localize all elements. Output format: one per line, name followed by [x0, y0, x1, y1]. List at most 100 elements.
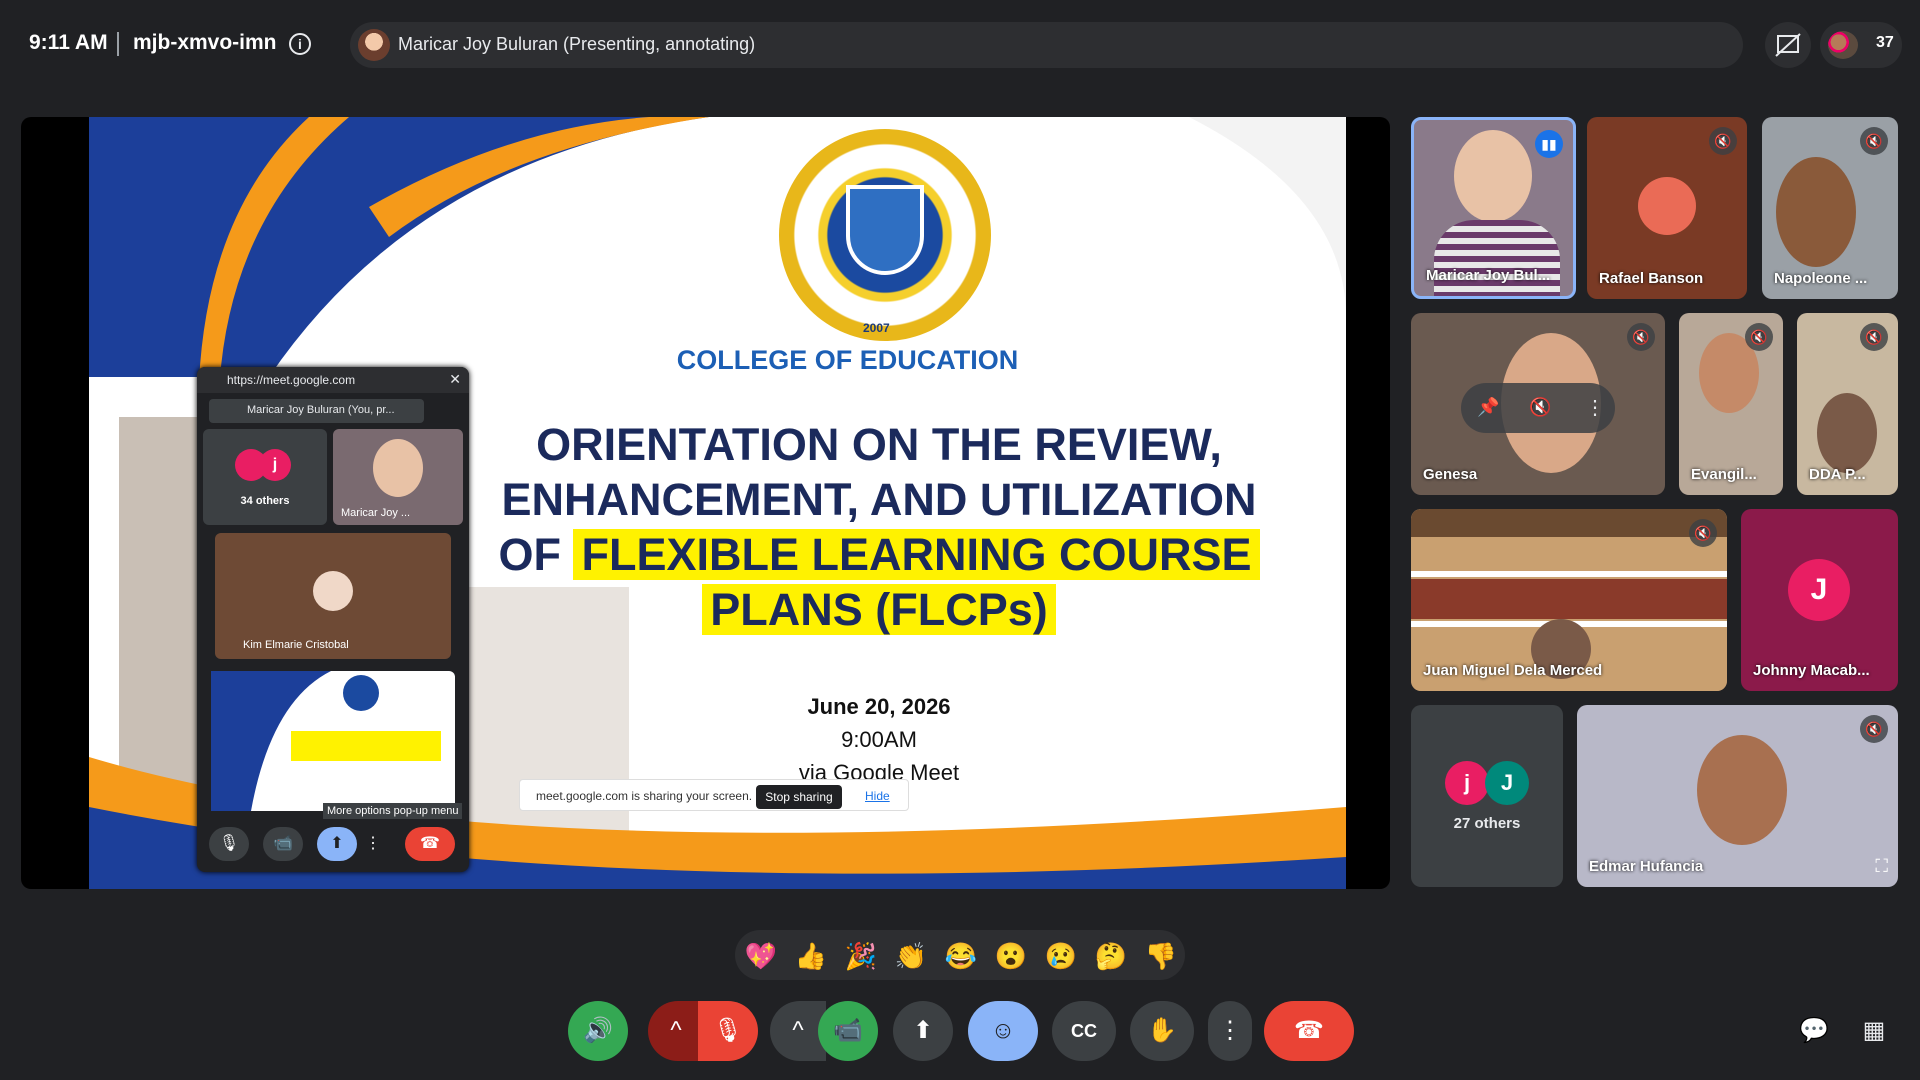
more-options-icon[interactable]: ⋮ — [361, 827, 385, 861]
face — [1776, 157, 1856, 267]
avatar: j — [1445, 761, 1489, 805]
volume-icon[interactable]: 🔊 — [568, 1001, 628, 1061]
crop-icon[interactable]: ⛶ — [1875, 856, 1888, 877]
mic-options-button[interactable]: ^ — [648, 1001, 704, 1061]
present-button[interactable]: ⬆ — [893, 1001, 953, 1061]
thinking-reaction-icon[interactable]: 🤔 — [1093, 938, 1129, 974]
pin-icon[interactable]: 📌 — [1477, 397, 1499, 418]
pip-self-label: Maricar Joy ... — [341, 507, 411, 519]
title-highlight-1: FLEXIBLE LEARNING COURSE — [573, 529, 1260, 580]
others-label: 27 others — [1453, 815, 1521, 832]
chat-icon[interactable]: 💬 — [1798, 1015, 1830, 1047]
participant-tile[interactable]: 🔇 Juan Miguel Dela Merced — [1411, 509, 1727, 691]
participant-tile[interactable]: ▮▮ Maricar Joy Bul... — [1411, 117, 1576, 299]
participant-name: DDA P... — [1809, 466, 1866, 483]
people-count: 37 — [1876, 34, 1894, 51]
reactions-bar: 💖 👍 🎉 👏 😂 😮 😢 🤔 👎 — [735, 930, 1185, 980]
participant-tile[interactable]: 🔇 ⛶ Edmar Hufancia — [1577, 705, 1898, 887]
slide-title: ORIENTATION ON THE REVIEW, ENHANCEMENT, … — [449, 417, 1309, 637]
participant-tile[interactable]: 🔇 Evangil... — [1679, 313, 1783, 495]
sad-reaction-icon[interactable]: 😢 — [1043, 938, 1079, 974]
mic-toggle-button[interactable]: 🎙 — [698, 1001, 758, 1061]
captions-button[interactable]: CC — [1052, 1001, 1116, 1061]
participant-tile[interactable]: 🔇 Rafael Banson — [1587, 117, 1747, 299]
college-logo: 2007 — [779, 129, 991, 341]
info-icon[interactable]: i — [289, 33, 311, 55]
more-options-button[interactable]: ⋮ — [1208, 1001, 1252, 1061]
slide-date: June 20, 2026 — [807, 694, 951, 719]
top-bar: 9:11 AM mjb-xmvo-imn i Maricar Joy Bulur… — [0, 0, 1920, 88]
leave-call-button[interactable]: ☎ — [1264, 1001, 1354, 1061]
mic-off-icon: 🔇 — [1689, 519, 1717, 547]
pip-others-label: 34 others — [240, 495, 290, 507]
pip-others-tile: j 34 others — [203, 429, 327, 525]
thumbs-up-reaction-icon[interactable]: 👍 — [793, 938, 829, 974]
face — [1817, 393, 1877, 473]
clock: 9:11 AM — [29, 31, 108, 54]
others-tile[interactable]: j J 27 others — [1411, 705, 1563, 887]
pip-self-tile: Maricar Joy ... — [333, 429, 463, 525]
surprised-reaction-icon[interactable]: 😮 — [993, 938, 1029, 974]
no-annotation-button[interactable] — [1765, 22, 1811, 68]
leave-call-icon[interactable]: ☎ — [405, 827, 455, 861]
participant-tile[interactable]: J Johnny Macab... — [1741, 509, 1898, 691]
shirt — [1434, 220, 1560, 296]
people-avatars-icon — [1828, 31, 1858, 59]
laugh-reaction-icon[interactable]: 😂 — [943, 938, 979, 974]
camera-toggle-button[interactable]: 📹 — [818, 1001, 878, 1061]
presenter-banner[interactable]: Maricar Joy Buluran (Presenting, annotat… — [350, 22, 1743, 68]
share-bar-text: meet.google.com is sharing your screen. — [536, 789, 753, 803]
title-line-1: ORIENTATION ON THE REVIEW, — [536, 419, 1222, 470]
apps-grid-icon[interactable]: ▦ — [1858, 1015, 1890, 1047]
pip-url-bar: https://meet.google.com ✕ — [197, 367, 469, 393]
mic-off-icon: 🔇 — [1745, 323, 1773, 351]
mic-off-icon: 🔇 — [1627, 323, 1655, 351]
logo-year: 2007 — [863, 321, 890, 335]
presenter-avatar — [358, 29, 390, 61]
pip-pinned-label: Kim Elmarie Cristobal — [243, 639, 349, 651]
raise-hand-button[interactable]: ✋ — [1130, 1001, 1194, 1061]
participant-name: Johnny Macab... — [1753, 662, 1870, 679]
avatar: j — [259, 449, 291, 481]
close-icon[interactable]: ✕ — [449, 371, 461, 388]
title-line-2: ENHANCEMENT, AND UTILIZATION — [501, 474, 1257, 525]
avatar — [313, 571, 353, 611]
mic-icon[interactable]: 🎙 — [209, 827, 249, 861]
people-button[interactable]: 37 — [1820, 22, 1902, 68]
screen-share-bar: meet.google.com is sharing your screen. … — [519, 779, 909, 811]
mic-off-icon: 🔇 — [1860, 127, 1888, 155]
more-options-icon[interactable]: ⋮ — [1585, 395, 1605, 420]
present-icon[interactable]: ⬆ — [317, 827, 357, 861]
participant-tile[interactable]: 🔇 Napoleone ... — [1762, 117, 1898, 299]
presentation-stage: 2007 COLLEGE OF EDUCATION ORIENTATION ON… — [21, 117, 1390, 889]
thumbs-down-reaction-icon[interactable]: 👎 — [1143, 938, 1179, 974]
title-line-3-prefix: OF — [498, 529, 574, 580]
pip-window[interactable]: https://meet.google.com ✕ Maricar Joy Bu… — [197, 367, 469, 872]
title-line-4: PLANS (FLCPs) — [449, 582, 1309, 637]
title-line-3: OF FLEXIBLE LEARNING COURSE — [449, 527, 1309, 582]
mute-participant-icon[interactable]: 🔇 — [1529, 397, 1551, 418]
mic-off-icon: 🔇 — [1860, 323, 1888, 351]
participant-tile[interactable]: 📌 🔇 ⋮ 🔇 Genesa — [1411, 313, 1665, 495]
heart-reaction-icon[interactable]: 💖 — [743, 938, 779, 974]
participant-tile[interactable]: 🔇 DDA P... — [1797, 313, 1898, 495]
participant-name: Edmar Hufancia — [1589, 858, 1704, 875]
clap-reaction-icon[interactable]: 👏 — [893, 938, 929, 974]
participant-name: Evangil... — [1691, 466, 1757, 483]
slide-thumbnail — [211, 671, 441, 811]
title-highlight-2: PLANS (FLCPs) — [702, 584, 1056, 635]
logo-shield — [846, 185, 924, 275]
speaking-icon: ▮▮ — [1535, 130, 1563, 158]
hide-annotation-icon — [1775, 33, 1801, 57]
stop-sharing-button[interactable]: Stop sharing — [756, 785, 842, 809]
mic-off-icon: 🔇 — [1860, 715, 1888, 743]
mic-off-icon: 🔇 — [1709, 127, 1737, 155]
party-reaction-icon[interactable]: 🎉 — [843, 938, 879, 974]
camera-icon[interactable]: 📹 — [263, 827, 303, 861]
participant-name: Napoleone ... — [1774, 270, 1868, 287]
pip-tooltip: More options pop-up menu — [323, 803, 463, 819]
emoji-button[interactable]: ☺ — [968, 1001, 1038, 1061]
avatar: J — [1485, 761, 1529, 805]
face — [1697, 735, 1787, 845]
hide-share-bar-link[interactable]: Hide — [865, 789, 890, 803]
